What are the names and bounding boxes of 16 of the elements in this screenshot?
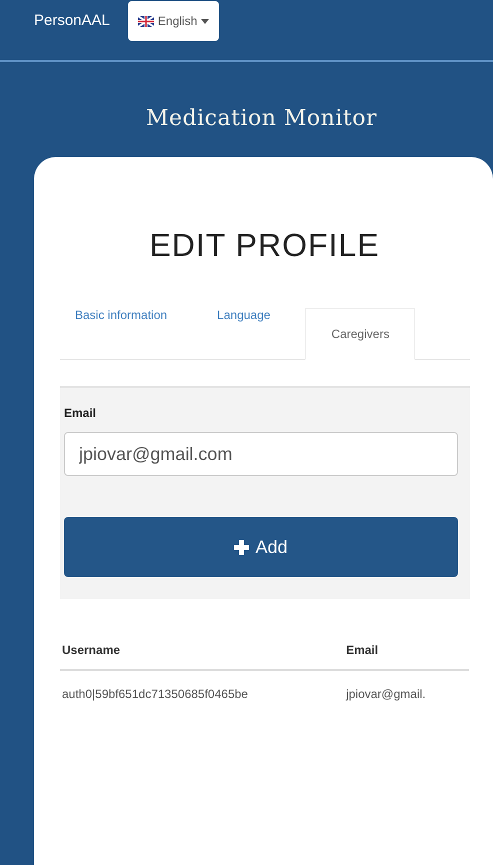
plus-icon — [234, 540, 250, 554]
app-title: Medication Monitor — [145, 105, 378, 133]
table-cell: auth0|59bf651dc71350685f0465be — [60, 670, 344, 717]
page-heading: EDIT PROFILE — [148, 226, 381, 264]
profile-tab[interactable]: Basic information — [60, 300, 182, 330]
flag-icon — [138, 16, 154, 26]
field-label: Email — [64, 406, 98, 420]
column-header: Email — [344, 633, 469, 670]
column-header: Username — [60, 633, 344, 670]
add-button[interactable]: Add — [64, 517, 458, 577]
profile-tab[interactable]: Language — [202, 300, 286, 330]
profile-tab[interactable]: Caregivers — [305, 308, 416, 360]
language-dropdown[interactable]: English — [128, 1, 220, 41]
caret-icon — [201, 18, 210, 24]
brand-link[interactable]: PersonAAL — [34, 12, 110, 28]
table-cell: jpiovar@gmail. — [344, 670, 469, 717]
